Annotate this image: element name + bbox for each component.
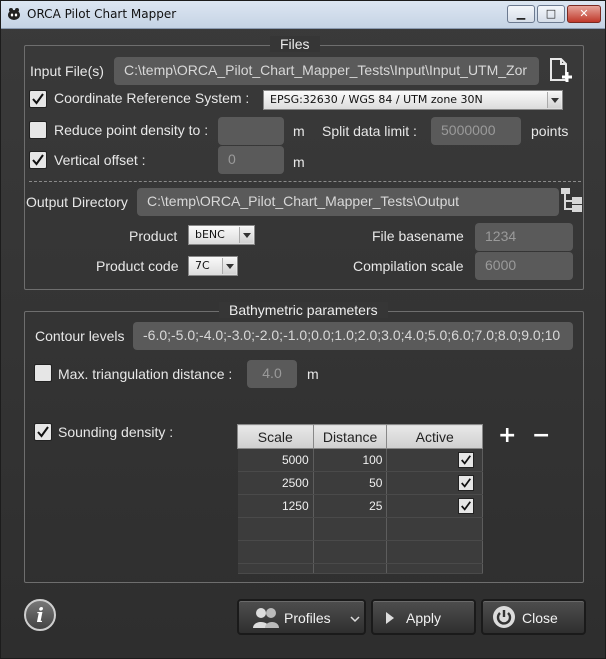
scale-cell[interactable]: 1250 bbox=[237, 494, 314, 518]
info-icon: i bbox=[36, 603, 44, 627]
input-files-field[interactable]: C:\temp\ORCA_Pilot_Chart_Mapper_Tests\In… bbox=[114, 57, 539, 85]
product-label: Product bbox=[129, 228, 178, 244]
split-limit-unit: points bbox=[531, 123, 569, 139]
product-select[interactable]: bENC bbox=[188, 225, 255, 245]
input-files-label: Input File(s) bbox=[30, 63, 104, 79]
apply-label: Apply bbox=[406, 610, 442, 626]
distance-cell[interactable]: 50 bbox=[313, 471, 388, 495]
chevron-down-icon bbox=[239, 227, 253, 243]
chevron-down-icon bbox=[222, 258, 236, 274]
compilation-scale-label: Compilation scale bbox=[353, 258, 464, 274]
table-row[interactable]: 2500 50 bbox=[237, 471, 483, 495]
distance-cell[interactable]: 25 bbox=[313, 494, 388, 518]
scale-cell[interactable]: 2500 bbox=[237, 471, 314, 495]
distance-cell[interactable]: 100 bbox=[313, 448, 388, 472]
check-icon bbox=[461, 455, 471, 465]
split-limit-label: Split data limit : bbox=[322, 123, 417, 139]
close-button[interactable]: Close bbox=[481, 599, 586, 635]
add-file-icon[interactable] bbox=[548, 57, 574, 83]
app-icon bbox=[8, 8, 20, 20]
remove-row-button[interactable]: − bbox=[532, 425, 550, 447]
reduce-density-field[interactable] bbox=[218, 117, 284, 145]
max-triangulation-field[interactable]: 4.0 bbox=[247, 360, 297, 388]
file-basename-label: File basename bbox=[372, 228, 464, 244]
chevron-down-icon bbox=[350, 616, 360, 623]
active-column-header[interactable]: Active bbox=[386, 424, 483, 449]
close-window-button[interactable]: ✕ bbox=[567, 5, 601, 23]
output-directory-field[interactable]: C:\temp\ORCA_Pilot_Chart_Mapper_Tests\Ou… bbox=[137, 188, 559, 216]
files-group-title: Files bbox=[270, 36, 320, 52]
scale-column-header[interactable]: Scale bbox=[237, 424, 314, 449]
crs-select[interactable]: EPSG:32630 / WGS 84 / UTM zone 30N bbox=[263, 90, 563, 110]
crs-select-value: EPSG:32630 / WGS 84 / UTM zone 30N bbox=[270, 93, 483, 106]
check-icon bbox=[32, 93, 44, 105]
file-basename-field[interactable]: 1234 bbox=[475, 223, 573, 251]
vertical-offset-unit: m bbox=[293, 154, 305, 170]
reduce-density-unit: m bbox=[293, 123, 305, 139]
reduce-density-checkbox[interactable] bbox=[29, 121, 47, 139]
users-icon bbox=[253, 608, 279, 628]
bathymetric-group-title: Bathymetric parameters bbox=[219, 302, 388, 318]
sounding-density-label: Sounding density : bbox=[58, 424, 174, 440]
reduce-density-label: Reduce point density to : bbox=[54, 122, 209, 138]
max-triangulation-label: Max. triangulation distance : bbox=[58, 366, 233, 382]
product-code-select-value: 7C bbox=[195, 259, 210, 272]
play-icon bbox=[386, 612, 394, 624]
check-icon bbox=[461, 478, 471, 488]
compilation-scale-field[interactable]: 6000 bbox=[475, 252, 573, 280]
distance-column-header[interactable]: Distance bbox=[312, 424, 388, 449]
files-separator bbox=[29, 181, 581, 182]
table-row-empty bbox=[237, 563, 483, 574]
active-cell bbox=[386, 471, 483, 495]
info-button[interactable]: i bbox=[24, 599, 56, 631]
maximize-button[interactable]: □ bbox=[537, 5, 565, 23]
output-directory-label: Output Directory bbox=[26, 194, 128, 210]
active-checkbox[interactable] bbox=[458, 475, 474, 491]
power-icon bbox=[493, 606, 515, 628]
vertical-offset-field[interactable]: 0 bbox=[218, 146, 284, 174]
sounding-density-table: Scale Distance Active 5000 100 2500 50 1… bbox=[237, 424, 483, 574]
apply-button[interactable]: Apply bbox=[371, 599, 476, 635]
max-triangulation-checkbox[interactable] bbox=[34, 364, 52, 382]
check-icon bbox=[32, 154, 44, 166]
main-window: ORCA Pilot Chart Mapper ▁ □ ✕ Files Inpu… bbox=[0, 0, 606, 659]
profiles-label: Profiles bbox=[284, 610, 331, 626]
contour-levels-field[interactable]: -6.0;-5.0;-4.0;-3.0;-2.0;-1.0;0.0;1.0;2.… bbox=[133, 322, 573, 350]
max-triangulation-unit: m bbox=[307, 366, 319, 382]
active-cell bbox=[386, 448, 483, 472]
table-row[interactable]: 1250 25 bbox=[237, 494, 483, 518]
table-row[interactable]: 5000 100 bbox=[237, 448, 483, 472]
check-icon bbox=[37, 426, 49, 438]
chevron-down-icon bbox=[547, 92, 561, 108]
close-label: Close bbox=[522, 610, 558, 626]
table-row-empty bbox=[237, 540, 483, 564]
contour-levels-label: Contour levels bbox=[35, 328, 125, 344]
title-bar: ORCA Pilot Chart Mapper ▁ □ ✕ bbox=[1, 1, 605, 29]
split-limit-field[interactable]: 5000000 bbox=[431, 117, 521, 145]
vertical-offset-checkbox[interactable] bbox=[29, 151, 47, 169]
product-code-select[interactable]: 7C bbox=[188, 256, 238, 276]
sounding-density-checkbox[interactable] bbox=[34, 423, 52, 441]
vertical-offset-label: Vertical offset : bbox=[54, 152, 146, 168]
crs-label: Coordinate Reference System : bbox=[54, 90, 250, 106]
minimize-button[interactable]: ▁ bbox=[507, 5, 535, 23]
active-cell bbox=[386, 494, 483, 518]
folder-tree-icon[interactable] bbox=[560, 187, 584, 213]
profiles-button[interactable]: Profiles bbox=[237, 599, 366, 635]
window-title: ORCA Pilot Chart Mapper bbox=[27, 7, 177, 21]
product-select-value: bENC bbox=[195, 228, 225, 241]
check-icon bbox=[461, 501, 471, 511]
table-row-empty bbox=[237, 517, 483, 541]
scale-cell[interactable]: 5000 bbox=[237, 448, 314, 472]
crs-checkbox[interactable] bbox=[29, 90, 47, 108]
active-checkbox[interactable] bbox=[458, 498, 474, 514]
active-checkbox[interactable] bbox=[458, 452, 474, 468]
product-code-label: Product code bbox=[96, 258, 179, 274]
add-row-button[interactable]: + bbox=[498, 425, 516, 447]
